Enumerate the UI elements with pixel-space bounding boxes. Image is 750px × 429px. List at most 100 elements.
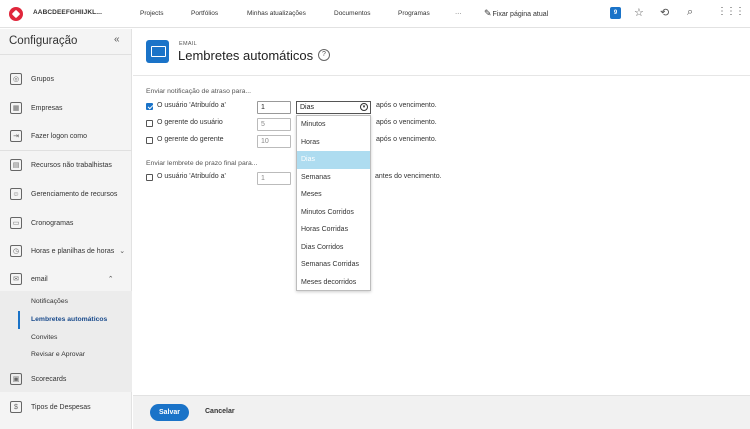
nav-programs[interactable]: Programas <box>398 10 430 17</box>
sidebar-item-label: Tipos de Despesas <box>31 403 91 411</box>
sidebar-item-label: Fazer logon como <box>31 132 88 140</box>
manager-amount-input[interactable]: 5 <box>257 118 291 131</box>
sidebar-item-scorecards[interactable]: ▣ Scorecards <box>0 369 132 389</box>
row-suffix: antes do vencimento. <box>375 173 442 180</box>
save-button[interactable]: Salvar <box>150 404 189 421</box>
page-title: Lembretes automáticos <box>178 48 314 63</box>
option-elapsed-minutes[interactable]: Minutos Corridos <box>297 204 370 222</box>
due-assigned-user-checkbox[interactable] <box>146 174 153 181</box>
sidebar-item-expense-types[interactable]: $ Tipos de Despesas <box>0 397 132 417</box>
sidebar-item-resource-management[interactable]: ☺ Gerenciamento de recursos <box>0 184 132 204</box>
help-icon[interactable]: ? <box>318 49 330 61</box>
pin-page-button[interactable]: ✎Fixar página atual <box>484 8 548 19</box>
sidebar-item-login-as[interactable]: ⇥ Fazer logon como <box>0 126 132 146</box>
email-header-icon <box>146 40 169 63</box>
sidebar-item-groups[interactable]: ◎ Grupos <box>0 69 132 89</box>
option-days[interactable]: Dias <box>297 151 370 169</box>
chevron-down-icon: ▾ <box>360 103 368 111</box>
nav-more[interactable]: ··· <box>455 10 462 17</box>
sidebar-item-label: Empresas <box>31 104 63 112</box>
active-indicator <box>18 311 20 329</box>
expense-types-icon: $ <box>10 401 22 413</box>
sidebar-item-label: Gerenciamento de recursos <box>31 190 118 198</box>
header-divider <box>133 75 750 76</box>
timesheets-icon: ◷ <box>10 245 22 257</box>
schedules-icon: ▭ <box>10 217 22 229</box>
non-labor-icon: ▤ <box>10 159 22 171</box>
row-suffix: após o vencimento. <box>376 136 437 143</box>
email-icon: ✉ <box>10 273 22 285</box>
search-icon[interactable]: ⌕ <box>687 6 693 19</box>
row-label: O usuário 'Atribuído a' <box>157 102 226 109</box>
time-unit-select[interactable]: Dias ▾ <box>296 101 371 114</box>
manager-checkbox[interactable] <box>146 120 153 127</box>
sidebar-divider <box>0 150 132 151</box>
due-reminder-label: Enviar lembrete de prazo final para... <box>146 160 258 167</box>
assigned-user-checkbox[interactable] <box>146 103 153 110</box>
select-value: Dias <box>300 104 315 111</box>
chevron-down-icon: ⌄ <box>119 248 126 255</box>
row-label: O usuário 'Atribuído a' <box>157 173 226 180</box>
companies-icon: ▦ <box>10 102 22 114</box>
nav-my-updates[interactable]: Minhas atualizações <box>247 10 306 17</box>
star-icon[interactable]: ☆ <box>634 6 644 19</box>
submenu-review-approve[interactable]: Revisar e Aprovar <box>31 351 85 358</box>
sidebar-title: Configuração <box>9 35 78 47</box>
submenu-notifications[interactable]: Notificações <box>31 298 68 305</box>
sidebar-item-label: Horas e planilhas de horas <box>31 247 115 255</box>
due-assigned-amount-input[interactable]: 1 <box>257 172 291 185</box>
option-hours[interactable]: Horas <box>297 134 370 152</box>
groups-icon: ◎ <box>10 73 22 85</box>
sidebar-item-label: Grupos <box>31 75 54 83</box>
option-weeks[interactable]: Semanas <box>297 169 370 187</box>
late-notification-label: Enviar notificação de atraso para... <box>146 88 252 95</box>
option-months[interactable]: Meses <box>297 186 370 204</box>
page-kicker: EMAIL <box>179 41 198 47</box>
row-suffix: após o vencimento. <box>376 119 437 126</box>
notification-badge[interactable]: 9 <box>610 7 621 19</box>
sidebar-item-non-labor-resources[interactable]: ▤ Recursos não trabalhistas <box>0 155 132 175</box>
row-label: O gerente do usuário <box>157 119 223 126</box>
pin-label: Fixar página atual <box>492 11 549 18</box>
cancel-button[interactable]: Cancelar <box>205 408 235 415</box>
main-content: EMAIL Lembretes automáticos ? Enviar not… <box>133 29 750 395</box>
sidebar-item-label: Recursos não trabalhistas <box>31 161 112 169</box>
sidebar-item-email[interactable]: ✉ email ⌃ <box>0 269 132 289</box>
grid-icon[interactable]: ⋮⋮⋮ <box>717 6 745 17</box>
option-elapsed-days[interactable]: Dias Corridos <box>297 239 370 257</box>
sidebar-item-label: Cronogramas <box>31 219 74 227</box>
time-unit-dropdown: Minutos Horas Dias Semanas Meses Minutos… <box>296 115 371 291</box>
login-as-icon: ⇥ <box>10 130 22 142</box>
app-logo-icon[interactable] <box>9 7 23 21</box>
nav-documents[interactable]: Documentos <box>334 10 371 17</box>
sidebar-item-label: Scorecards <box>31 375 67 383</box>
option-minutes[interactable]: Minutos <box>297 116 370 134</box>
managers-manager-amount-input[interactable]: 10 <box>257 135 291 148</box>
sidebar-item-label: email <box>31 275 48 283</box>
top-bar: AABCDEEFGHIIJKL... Projects Portfólios M… <box>0 0 750 28</box>
pin-icon: ✎ <box>484 8 492 18</box>
org-name[interactable]: AABCDEEFGHIIJKL... <box>33 9 102 16</box>
resource-mgmt-icon: ☺ <box>10 188 22 200</box>
history-icon[interactable]: ⟲ <box>660 6 669 19</box>
collapse-sidebar-icon[interactable]: « <box>114 34 120 45</box>
scorecards-icon: ▣ <box>10 373 22 385</box>
row-label: O gerente do gerente <box>157 136 224 143</box>
submenu-auto-reminders[interactable]: Lembretes automáticos <box>31 316 107 323</box>
nav-projects[interactable]: Projects <box>140 10 163 17</box>
option-elapsed-weeks[interactable]: Semanas Corridas <box>297 256 370 274</box>
footer-bar: Salvar Cancelar <box>133 395 750 429</box>
option-elapsed-months[interactable]: Meses decorridos <box>297 274 370 292</box>
assigned-user-amount-input[interactable]: 1 <box>257 101 291 114</box>
chevron-up-icon: ⌃ <box>107 276 114 283</box>
option-elapsed-hours[interactable]: Horas Corridas <box>297 221 370 239</box>
sidebar-item-companies[interactable]: ▦ Empresas <box>0 98 132 118</box>
sidebar-item-schedules[interactable]: ▭ Cronogramas <box>0 213 132 233</box>
row-suffix: após o vencimento. <box>376 102 437 109</box>
sidebar-divider <box>0 54 132 55</box>
nav-portfolios[interactable]: Portfólios <box>191 10 218 17</box>
managers-manager-checkbox[interactable] <box>146 137 153 144</box>
sidebar-item-timesheets[interactable]: ◷ Horas e planilhas de horas ⌄ <box>0 241 132 261</box>
submenu-invitations[interactable]: Convites <box>31 334 57 341</box>
sidebar: Configuração « ◎ Grupos ▦ Empresas ⇥ Faz… <box>0 29 132 429</box>
